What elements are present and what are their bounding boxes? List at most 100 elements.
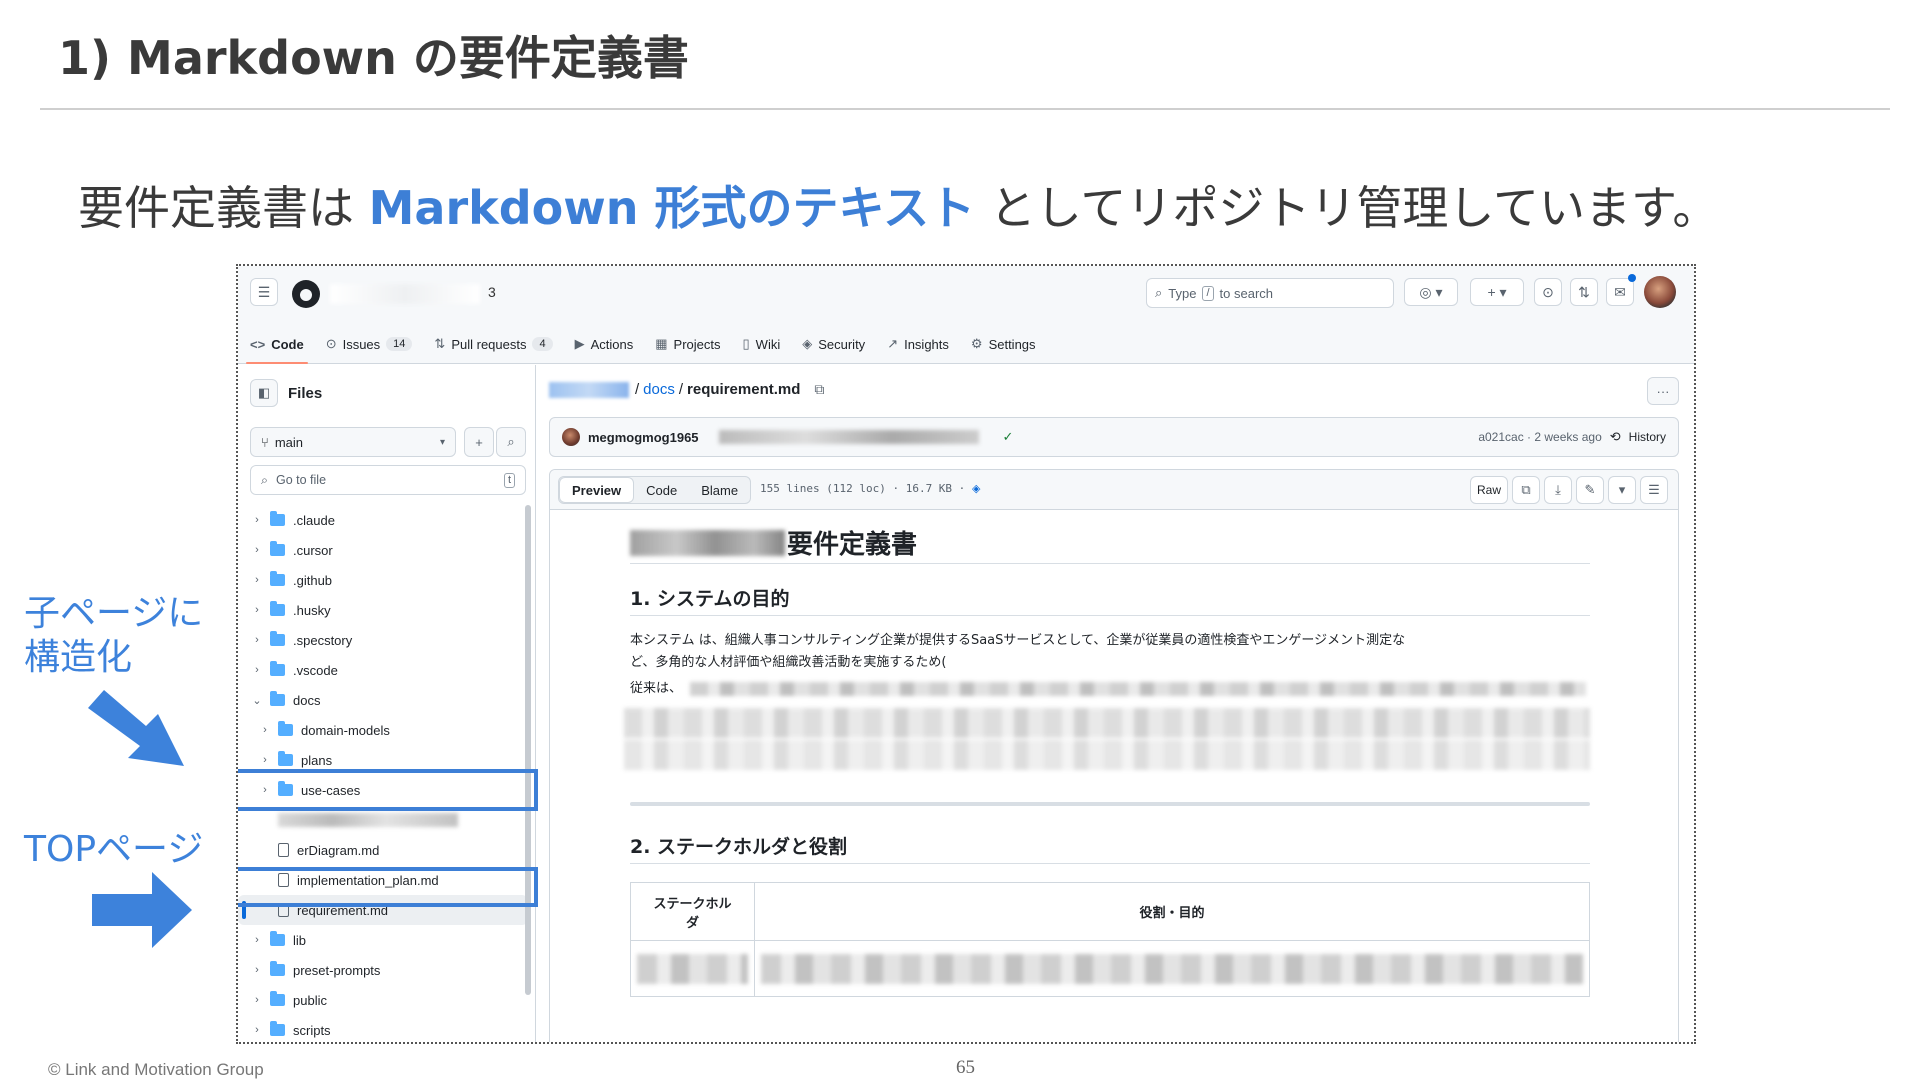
chevron-down-icon[interactable]: ▾ bbox=[1608, 476, 1636, 504]
collapse-sidebar-icon[interactable]: ◧ bbox=[250, 379, 278, 407]
file-tree-sidebar: ◧ Files ⑂ main ▾ + ⌕ ⌕ Go to file t › .cl… bbox=[238, 365, 536, 1042]
tree-item[interactable]: › .husky bbox=[238, 595, 528, 625]
tree-item[interactable]: › lib bbox=[238, 925, 528, 955]
branch-selector[interactable]: ⑂ main ▾ bbox=[250, 427, 456, 457]
arrow-to-requirement-icon bbox=[92, 872, 192, 948]
folder-icon bbox=[278, 751, 293, 766]
slide-title: 1) Markdown の要件定義書 bbox=[58, 31, 689, 85]
chevron-right-icon[interactable]: › bbox=[258, 724, 272, 736]
pull-requests-icon[interactable]: ⇅ bbox=[1570, 278, 1598, 306]
tab-projects[interactable]: ▦ Projects bbox=[655, 324, 720, 364]
file-toolbar: Preview Code Blame 155 lines (112 loc) ·… bbox=[550, 470, 1678, 510]
tree-item[interactable]: › domain-models bbox=[238, 715, 528, 745]
chevron-right-icon[interactable]: › bbox=[250, 544, 264, 556]
chevron-right-icon[interactable]: › bbox=[250, 1024, 264, 1036]
breadcrumb-repo-blurred[interactable] bbox=[549, 381, 629, 398]
tree-item[interactable]: › .specstory bbox=[238, 625, 528, 655]
commit-message-blurred[interactable] bbox=[718, 430, 979, 444]
paragraph-line: 本システム は、組織人事コンサルティング企業が提供するSaaSサービスとして、企… bbox=[630, 633, 1406, 648]
tab-actions[interactable]: ▶ Actions bbox=[575, 324, 634, 364]
sidebar-scrollbar[interactable] bbox=[525, 505, 531, 995]
latest-commit-bar: megmogmog1965 ✓ a021cac · 2 weeks ago ⟲ … bbox=[549, 417, 1679, 457]
repo-name-tail[interactable]: 3 bbox=[488, 284, 496, 300]
chevron-down-icon[interactable]: ⌄ bbox=[250, 694, 264, 707]
copy-path-icon[interactable]: ⧉ bbox=[814, 381, 824, 398]
tab-security[interactable]: ◈ Security bbox=[802, 324, 865, 364]
go-to-file-input[interactable]: ⌕ Go to file t bbox=[250, 465, 526, 495]
chevron-right-icon[interactable]: › bbox=[250, 634, 264, 646]
tree-item-label: docs bbox=[293, 692, 321, 708]
tree-item[interactable]: › public bbox=[238, 985, 528, 1015]
tab-issues[interactable]: ⊙ Issues 14 bbox=[326, 324, 413, 364]
menu-icon[interactable]: ☰ bbox=[250, 278, 278, 306]
chevron-right-icon[interactable]: › bbox=[250, 934, 264, 946]
chevron-right-icon[interactable]: › bbox=[250, 964, 264, 976]
markdown-h2: 1. システムの目的 bbox=[630, 580, 1590, 616]
github-logo-icon[interactable] bbox=[292, 280, 320, 308]
go-to-file-key: t bbox=[503, 472, 515, 488]
blurred-text bbox=[624, 740, 1590, 770]
tree-item-label: preset-prompts bbox=[293, 962, 381, 978]
avatar[interactable] bbox=[562, 428, 580, 446]
notification-dot bbox=[1628, 274, 1636, 282]
outline-list-icon[interactable]: ☰ bbox=[1640, 476, 1668, 504]
tab-label: Projects bbox=[673, 336, 721, 352]
chevron-right-icon[interactable]: › bbox=[250, 574, 264, 586]
issues-icon[interactable]: ⊙ bbox=[1534, 278, 1562, 306]
chevron-right-icon[interactable]: › bbox=[250, 664, 264, 676]
pull-requests-count: 4 bbox=[532, 337, 553, 351]
tab-code-view[interactable]: Code bbox=[634, 477, 689, 503]
chevron-right-icon[interactable]: › bbox=[250, 604, 264, 616]
tab-code[interactable]: <> Code bbox=[246, 324, 308, 364]
tab-settings[interactable]: ⚙ Settings bbox=[971, 324, 1036, 364]
tree-item[interactable]: › .github bbox=[238, 565, 528, 595]
history-link[interactable]: History bbox=[1629, 430, 1666, 444]
branch-name: main bbox=[274, 434, 303, 450]
copyright: © Link and Motivation Group bbox=[48, 1060, 264, 1079]
h1-text: 要件定義書 bbox=[787, 530, 918, 560]
download-icon[interactable]: ⤓ bbox=[1544, 476, 1572, 504]
tree-item[interactable]: erDiagram.md bbox=[238, 835, 528, 865]
tree-item[interactable]: › scripts bbox=[238, 1015, 528, 1042]
search-input[interactable]: ⌕ Type / to search bbox=[1146, 278, 1394, 308]
copilot-button[interactable]: ◎ ▾ bbox=[1404, 278, 1458, 306]
tab-label: Pull requests bbox=[451, 336, 527, 352]
tree-item[interactable]: › .cursor bbox=[238, 535, 528, 565]
create-new-button[interactable]: + ▾ bbox=[1470, 278, 1524, 306]
tree-item[interactable]: ⌄ docs bbox=[238, 685, 528, 715]
tab-label: Code bbox=[271, 336, 304, 352]
tab-blame[interactable]: Blame bbox=[689, 477, 750, 503]
tree-item[interactable]: › preset-prompts bbox=[238, 955, 528, 985]
tab-wiki[interactable]: ▯ Wiki bbox=[743, 324, 781, 364]
commit-meta[interactable]: a021cac · 2 weeks ago bbox=[1478, 430, 1601, 444]
markdown-table: ステークホルダ 役割・目的 bbox=[630, 882, 1590, 997]
headline-text-after: としてリポジトリ管理しています。 bbox=[975, 181, 1719, 235]
view-mode-switch: Preview Code Blame bbox=[558, 476, 752, 504]
chevron-right-icon[interactable]: › bbox=[258, 754, 272, 766]
search-icon: ⌕ bbox=[1155, 285, 1163, 300]
chevron-right-icon[interactable]: › bbox=[250, 994, 264, 1006]
tree-item-label: lib bbox=[293, 932, 307, 948]
branch-icon: ⑂ bbox=[261, 434, 269, 450]
inbox-icon[interactable]: ✉ bbox=[1606, 278, 1634, 306]
more-options-button[interactable]: ··· bbox=[1647, 377, 1679, 405]
file-stats: 155 lines (112 loc) · 16.7 KB · ◈ bbox=[760, 482, 980, 495]
add-file-button[interactable]: + bbox=[464, 427, 494, 457]
shield-icon[interactable]: ◈ bbox=[972, 482, 980, 495]
chevron-right-icon[interactable]: › bbox=[250, 514, 264, 526]
tree-item[interactable]: › .vscode bbox=[238, 655, 528, 685]
commit-author[interactable]: megmogmog1965 bbox=[588, 430, 699, 445]
tree-item[interactable]: › .claude bbox=[238, 505, 528, 535]
search-files-button[interactable]: ⌕ bbox=[496, 427, 526, 457]
copy-icon[interactable]: ⧉ bbox=[1512, 476, 1540, 504]
tab-insights[interactable]: ↗ Insights bbox=[887, 324, 949, 364]
search-suffix: to search bbox=[1219, 285, 1274, 301]
tab-pull-requests[interactable]: ⇅ Pull requests 4 bbox=[434, 324, 553, 364]
avatar[interactable] bbox=[1644, 276, 1676, 308]
breadcrumb-folder[interactable]: docs bbox=[643, 381, 675, 398]
raw-button[interactable]: Raw bbox=[1470, 476, 1508, 504]
tab-preview[interactable]: Preview bbox=[559, 477, 635, 503]
table-header-row: ステークホルダ 役割・目的 bbox=[630, 882, 1590, 941]
edit-pencil-icon[interactable]: ✎ bbox=[1576, 476, 1604, 504]
table-header: ステークホルダ bbox=[630, 882, 755, 941]
